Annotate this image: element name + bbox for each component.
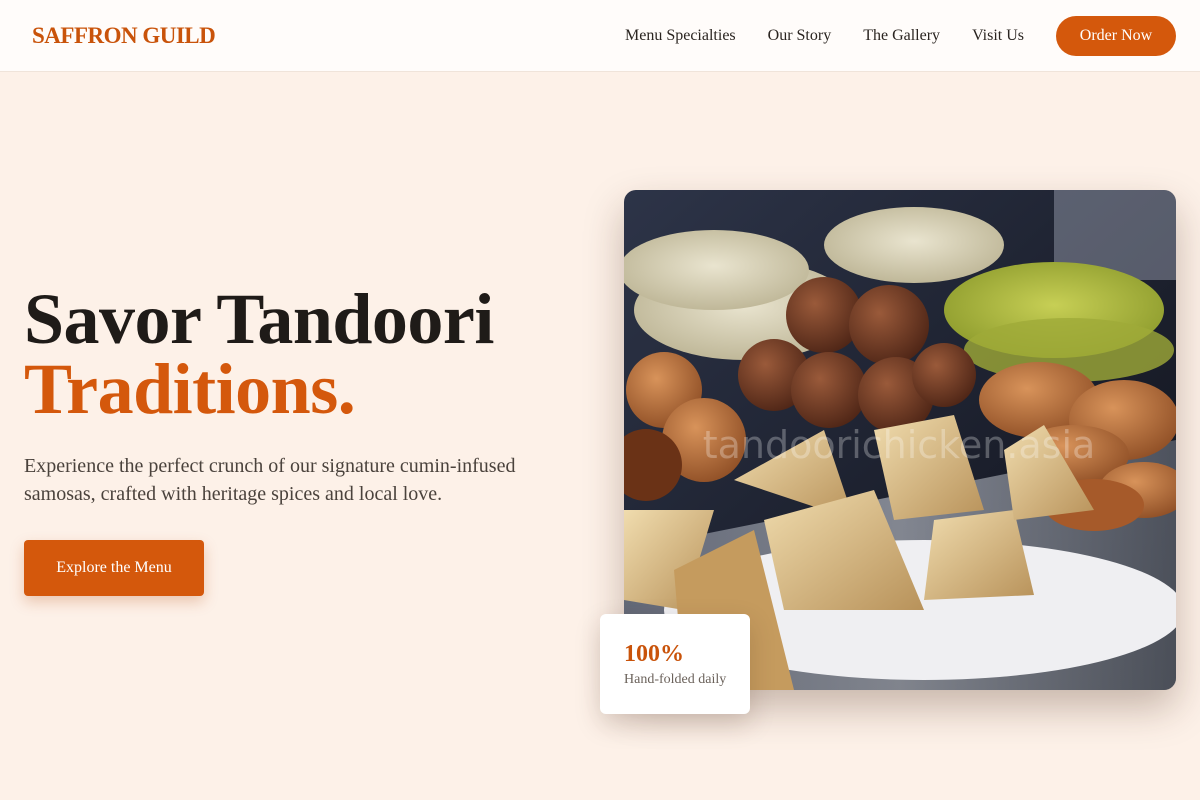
- hero-title: Savor Tandoori Traditions.: [24, 279, 564, 429]
- photo-watermark: tandoorichicken.asia: [703, 423, 1096, 467]
- top-navbar: SAFFRON GUILD Menu Specialties Our Story…: [0, 0, 1200, 72]
- order-now-button[interactable]: Order Now: [1056, 15, 1176, 56]
- hero-section: Savor Tandoori Traditions. Experience th…: [24, 279, 564, 596]
- hero-title-line1: Savor Tandoori: [24, 279, 494, 359]
- nav-link-visit-us[interactable]: Visit Us: [972, 27, 1024, 45]
- hero-description: Experience the perfect crunch of our sig…: [24, 455, 516, 505]
- nav-link-our-story[interactable]: Our Story: [768, 27, 832, 45]
- nav-link-the-gallery[interactable]: The Gallery: [863, 27, 940, 45]
- stat-label: Hand-folded daily: [624, 672, 727, 687]
- explore-menu-button[interactable]: Explore the Menu: [24, 540, 204, 596]
- brand-logo[interactable]: SAFFRON GUILD: [32, 23, 216, 49]
- nav-links: Menu Specialties Our Story The Gallery V…: [625, 27, 1024, 45]
- stat-card: 100% Hand-folded daily: [600, 614, 750, 714]
- stat-value: 100%: [624, 641, 684, 667]
- hero-title-line2: Traditions.: [24, 349, 356, 429]
- nav-link-menu-specialties[interactable]: Menu Specialties: [625, 27, 736, 45]
